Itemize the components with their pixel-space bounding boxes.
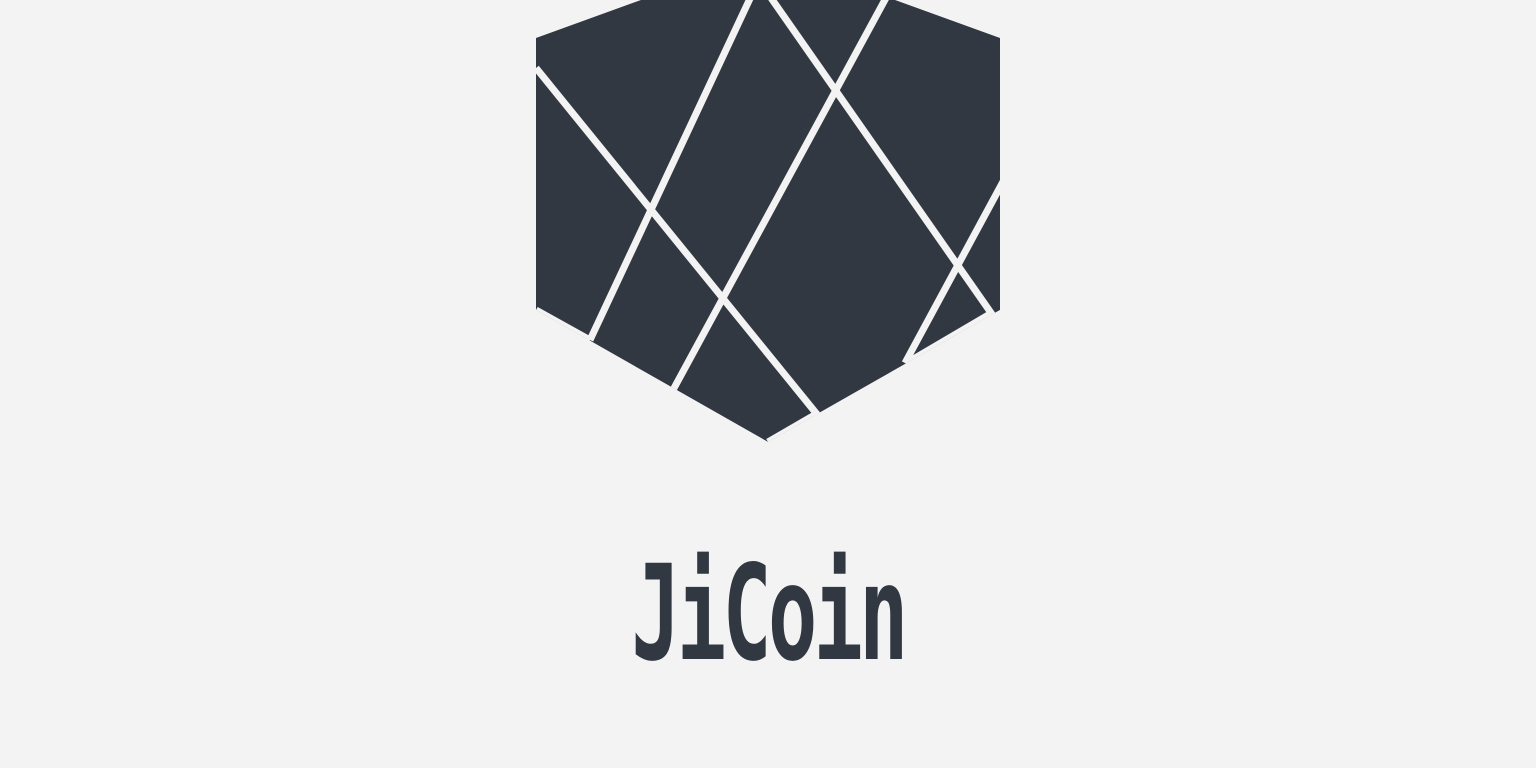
logo-canvas: JiCoin <box>0 0 1536 768</box>
brand-name: JiCoin <box>631 537 908 691</box>
